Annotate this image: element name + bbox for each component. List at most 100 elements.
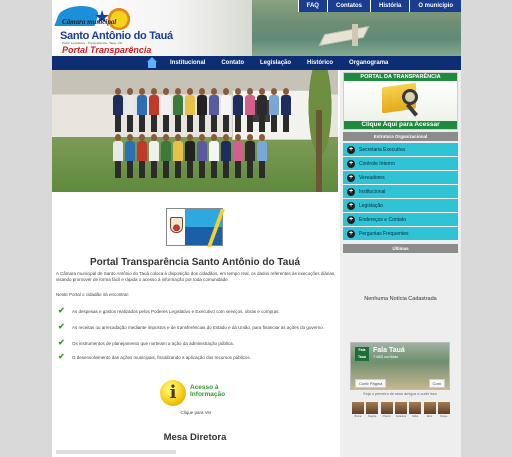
plus-icon: +: [347, 229, 355, 238]
fb-page-name[interactable]: Fala Tauá: [373, 347, 405, 354]
friend-name: Gutierres: [395, 415, 407, 418]
topnav-contatos[interactable]: Contatos: [326, 0, 370, 12]
person-figure: [185, 88, 195, 132]
sidebar-item-secretaria[interactable]: + Secretaria Executiva: [343, 143, 458, 156]
sidebar-item-vereadores[interactable]: + Vereadores: [343, 171, 458, 184]
person-figure: [173, 134, 183, 178]
person-figure: [197, 134, 207, 178]
top-nav: FAQ Contatos História O município: [297, 0, 461, 12]
person-figure: [209, 88, 219, 132]
avatar[interactable]: [423, 402, 436, 414]
info-icon: i: [160, 380, 186, 406]
coat-of-arms-icon: [170, 217, 183, 233]
plus-icon: +: [347, 173, 355, 182]
person-figure: [221, 88, 231, 132]
main-nav: Institucional Contato Legislação Históri…: [52, 56, 461, 70]
avatar[interactable]: [352, 402, 364, 414]
right-sidebar: PORTAL DA TRANSPARÊNCIA Clique Aqui para…: [340, 70, 461, 457]
person-figure: [149, 134, 159, 178]
mesa-diretora-heading: Mesa Diretora: [163, 432, 227, 443]
sidebar-item-label: Institucional: [359, 188, 386, 195]
fb-like-button[interactable]: Curtir Página: [355, 379, 387, 388]
bullet-text: O desenvolvimento das ações municipais, …: [72, 354, 251, 360]
no-news-text: Nenhuma Notícia Cadastrada: [364, 296, 437, 302]
facebook-widget[interactable]: Fala Tauá Fala Tauá 7.683 curtidas Curti…: [350, 342, 450, 390]
logo-portal-text: Portal Transparência: [62, 45, 152, 55]
list-item: ✔ As despesas e gastos realizados pelos …: [58, 307, 338, 315]
portal-transparencia-banner[interactable]: PORTAL DA TRANSPARÊNCIA Clique Aqui para…: [343, 72, 458, 130]
fb-friend-names: Bruna Regina Ozemir Gutierres Erika Elvi…: [352, 415, 450, 418]
sidebar-item-label: Controle Interno: [359, 160, 395, 167]
check-icon: ✔: [58, 338, 65, 347]
mesa-diretora-content: [56, 450, 176, 454]
person-figure: [161, 134, 171, 178]
avatar[interactable]: [409, 402, 422, 414]
check-icon: ✔: [58, 306, 65, 315]
tree-trunk: [316, 110, 322, 192]
person-figure: [257, 134, 267, 178]
person-figure: [245, 88, 255, 132]
sidebar-item-label: Legislação: [359, 202, 383, 209]
person-figure: [137, 88, 147, 132]
person-figure: [245, 134, 255, 178]
banner-cta[interactable]: Clique Aqui para Acessar: [344, 121, 457, 129]
list-item: ✔ As receitas ou arrecadação mediante im…: [58, 323, 338, 331]
acesso-line2: Informação: [190, 391, 226, 398]
sidebar-item-label: Secretaria Executiva: [359, 146, 405, 153]
sidebar-item-controle[interactable]: + Controle Interno: [343, 157, 458, 170]
nav-historico[interactable]: Histórico: [299, 60, 341, 66]
person-figure: [233, 134, 243, 178]
sidebar-item-label: Endereços e Contato: [359, 216, 406, 223]
home-icon[interactable]: [146, 57, 158, 69]
topnav-municipio[interactable]: O município: [409, 0, 461, 12]
nav-organograma[interactable]: Organograma: [341, 60, 396, 66]
group-photo: [52, 70, 338, 192]
intro-subtitle: Neste Portal o cidadão irá encontrar:: [56, 292, 130, 297]
page-title: Portal Transparência Santo Antônio do Ta…: [89, 257, 301, 268]
fb-share-button[interactable]: Com: [428, 379, 445, 388]
nav-contato[interactable]: Contato: [213, 60, 252, 66]
acesso-label: Acesso à Informação: [190, 384, 225, 398]
friend-name: Dayse: [440, 415, 448, 418]
avatar[interactable]: [394, 402, 407, 414]
sidebar-item-legislacao[interactable]: + Legislação: [343, 199, 458, 212]
fb-like-count: 7.683 curtidas: [373, 354, 399, 359]
list-item: ✔ Os instrumentos de planejamento que no…: [58, 339, 338, 347]
nav-legislacao[interactable]: Legislação: [252, 60, 299, 66]
topnav-faq[interactable]: FAQ: [297, 0, 327, 12]
acesso-line1: Acesso à: [190, 384, 219, 391]
friend-name: Erika: [412, 415, 419, 418]
fb-friends-text: Seja o primeiro de seus amigos a curtir …: [363, 392, 437, 396]
header: ★ Câmara municipal Santo Antônio do Tauá…: [52, 0, 461, 56]
acesso-informacao-button[interactable]: i Acesso à Informação Clique para Ver: [156, 378, 236, 418]
org-list: + Secretaria Executiva + Controle Interno …: [343, 143, 458, 241]
friend-name: Regina: [368, 415, 377, 418]
friend-name: Bruna: [354, 415, 362, 418]
friend-name: Ozemir: [382, 415, 391, 418]
banner-title: PORTAL DA TRANSPARÊNCIA: [344, 73, 457, 81]
avatar[interactable]: [366, 402, 379, 414]
list-item: ✔ O desenvolvimento das ações municipais…: [58, 353, 338, 361]
sidebar-item-enderecos[interactable]: + Endereços e Contato: [343, 213, 458, 226]
person-figure: [233, 88, 243, 132]
avatar[interactable]: [437, 402, 450, 414]
plus-icon: +: [347, 215, 355, 224]
sidebar-item-perguntas[interactable]: + Perguntas Frequentes: [343, 227, 458, 240]
logo-camara-text: Câmara municipal: [62, 18, 117, 26]
plus-icon: +: [347, 187, 355, 196]
page: ★ Câmara municipal Santo Antônio do Tauá…: [52, 0, 461, 457]
topnav-historia[interactable]: História: [369, 0, 410, 12]
person-figure: [113, 134, 123, 178]
person-figure: [125, 88, 135, 132]
sidebar-item-institucional[interactable]: + Institucional: [343, 185, 458, 198]
person-figure: [113, 88, 123, 132]
org-heading: Estrutura Organizacional: [343, 132, 458, 141]
pier-post: [352, 24, 358, 46]
nav-institucional[interactable]: Institucional: [162, 60, 213, 66]
site-logo[interactable]: ★ Câmara municipal Santo Antônio do Tauá…: [54, 4, 173, 55]
magnifier-icon: [402, 89, 418, 105]
avatar[interactable]: [380, 402, 393, 414]
bullet-text: As receitas ou arrecadação mediante impo…: [72, 324, 324, 330]
person-figure: [161, 88, 171, 132]
clique-para-ver-link[interactable]: Clique para Ver: [156, 410, 236, 415]
